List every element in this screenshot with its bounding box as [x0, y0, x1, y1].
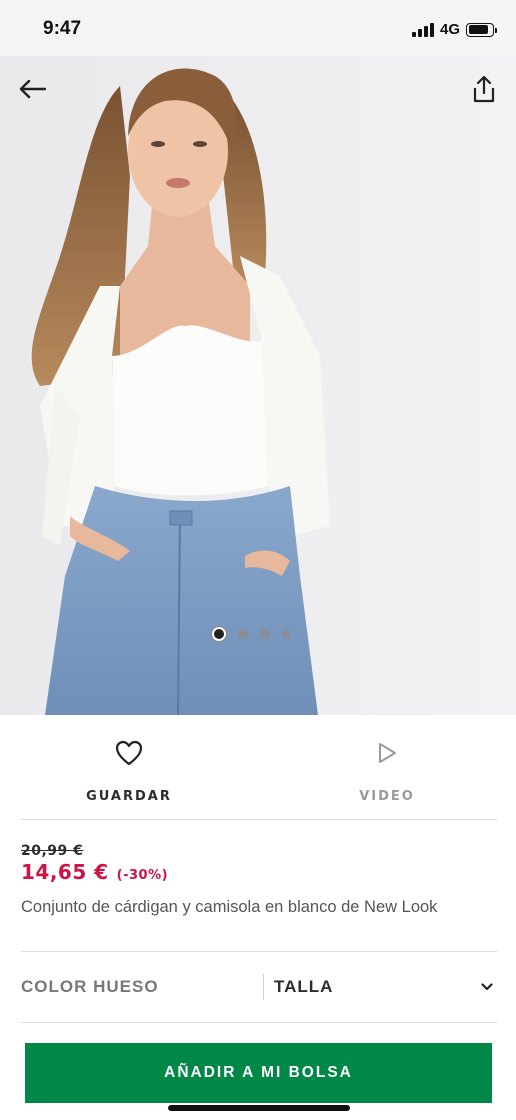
- size-dropdown[interactable]: TALLA: [264, 977, 497, 997]
- share-button[interactable]: [464, 69, 504, 109]
- price-row: 14,65 € (-30%): [21, 860, 168, 884]
- home-indicator: [168, 1105, 350, 1111]
- play-icon: [376, 739, 398, 767]
- original-price: 20,99 €: [21, 843, 84, 859]
- size-label: TALLA: [274, 977, 334, 996]
- product-actions: GUARDAR VIDEO: [0, 715, 516, 820]
- battery-icon: [466, 22, 497, 37]
- discount-badge: (-30%): [116, 868, 169, 883]
- video-button[interactable]: VIDEO: [258, 715, 516, 820]
- share-icon: [473, 75, 495, 103]
- network-type: 4G: [439, 21, 460, 38]
- save-label: GUARDAR: [86, 789, 172, 804]
- save-button[interactable]: GUARDAR: [0, 715, 258, 820]
- back-button[interactable]: [12, 69, 52, 109]
- chevron-down-icon: [481, 983, 493, 991]
- add-to-bag-button[interactable]: AÑADIR A MI BOLSA: [25, 1043, 492, 1103]
- product-photo: [0, 56, 516, 715]
- color-label: COLOR HUESO: [21, 977, 159, 996]
- carousel-indicator: [212, 627, 290, 641]
- signal-icon: [411, 22, 434, 37]
- status-indicators: 4G: [411, 21, 497, 38]
- divider: [21, 1022, 497, 1023]
- status-bar: 9:47 4G: [0, 0, 516, 56]
- video-label: VIDEO: [359, 789, 415, 804]
- product-title: Conjunto de cárdigan y camisola en blanc…: [21, 898, 438, 916]
- battery-level: [468, 25, 489, 34]
- carousel-dot[interactable]: [260, 629, 270, 639]
- carousel-dot[interactable]: [282, 630, 290, 638]
- product-image-carousel[interactable]: [0, 56, 516, 715]
- divider: [21, 819, 497, 820]
- heart-icon: [115, 739, 143, 767]
- carousel-dot[interactable]: [238, 629, 248, 639]
- arrow-left-icon: [19, 79, 46, 99]
- carousel-dot-active[interactable]: [212, 627, 226, 641]
- sale-price: 14,65 €: [21, 860, 109, 884]
- variant-selectors: COLOR HUESO TALLA: [21, 952, 497, 1022]
- status-time: 9:47: [43, 18, 82, 39]
